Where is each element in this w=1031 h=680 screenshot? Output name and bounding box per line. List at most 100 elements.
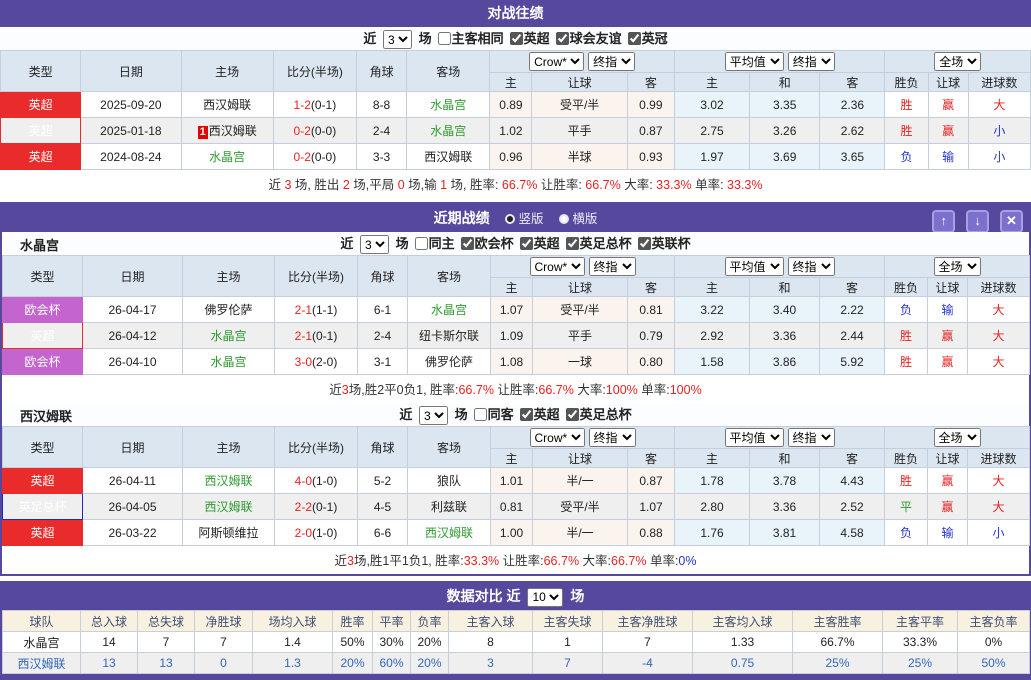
team0-header-corner: 角球 (357, 255, 408, 297)
compare-header-14: 主客负率 (957, 610, 1030, 632)
summary-segment: 0 (397, 178, 405, 192)
score-cell: 3-0(2-0) (274, 348, 358, 375)
avg-home: 1.76 (674, 519, 751, 546)
team1-header-score: 比分(半场) (274, 426, 358, 468)
league-badge: 英超 (2, 519, 83, 546)
summary-segment: 场,胜2平0负1, 胜率: (348, 383, 459, 397)
h2h-subheader-7: 让球 (927, 72, 969, 92)
team0-full-select[interactable]: 全场 (933, 257, 981, 276)
section-controls: ↑ ↓ ✕ (925, 206, 1023, 234)
move-down-button[interactable]: ↓ (966, 209, 990, 233)
score-cell: 0-2(0-0) (272, 143, 358, 170)
team0-final2-select[interactable]: 终指 (787, 257, 835, 276)
summary-segment: 33.3% (656, 178, 692, 192)
score-cell: 1-2(0-1) (272, 91, 358, 118)
team0-league-checkbox-0[interactable] (460, 237, 474, 250)
move-up-button[interactable]: ↑ (932, 209, 956, 233)
avg-draw: 3.69 (749, 143, 821, 170)
h2h-same-checkbox[interactable] (437, 32, 451, 45)
odds-source-header: 全场 (884, 255, 1031, 278)
result-handicap: 赢 (927, 117, 969, 144)
team1-same-checkbox[interactable] (473, 408, 487, 421)
avg-draw: 3.36 (749, 493, 821, 520)
compare-value-4: 50% (332, 631, 373, 653)
team0-league-checkbox-1[interactable] (519, 237, 533, 250)
h2h-header-score: 比分(半场) (272, 50, 358, 92)
team1-final2-select[interactable]: 终指 (787, 428, 835, 447)
summary-segment: 让胜率: (537, 178, 586, 192)
horizontal-layout-label[interactable]: 横版 (572, 212, 597, 226)
team-name: 利兹联 (430, 500, 467, 514)
odds-source-header: 平均值 终指 (673, 50, 886, 73)
match-date: 2025-09-20 (80, 91, 182, 118)
team0-final1-select[interactable]: 终指 (588, 257, 636, 276)
avg-draw: 3.78 (749, 467, 821, 494)
result-wdl: 负 (884, 296, 929, 323)
horizontal-layout-radio[interactable] (559, 214, 570, 224)
h2h-table-el: 类型 日期 主场 比分(半场) 角球 客场 Crow* 终指 平均值 终指 全场主让球客主和客胜负让… (0, 50, 1031, 170)
h2h-league-checkbox-2[interactable] (627, 32, 641, 45)
compare-value-10: 1.33 (692, 631, 793, 653)
h2h-league-checkbox-1[interactable] (555, 32, 569, 45)
h2h-crow-select[interactable]: Crow* (529, 52, 585, 71)
full-time-score: 0-2 (293, 149, 311, 164)
h2h-full-select[interactable]: 全场 (934, 52, 982, 71)
half-time-score: (0-0) (310, 149, 337, 164)
result-goals: 小 (967, 117, 1031, 144)
summary-segment: 100% (605, 383, 638, 397)
team1-league-checkbox-0[interactable] (519, 408, 533, 421)
h2h-count-select[interactable]: 3 (382, 30, 412, 50)
home-odds: 0.96 (489, 143, 533, 170)
league-badge: 欧会杯 (2, 348, 83, 375)
team0-crow-select[interactable]: Crow* (529, 257, 585, 276)
team1-count-select[interactable]: 3 (418, 406, 448, 426)
avg-draw: 3.35 (749, 91, 821, 118)
league-badge: 英超 (0, 117, 82, 144)
team0-avg-select[interactable]: 平均值 (724, 257, 784, 276)
match-row: 英超 2024-08-24 水晶宫 0-2(0-0) 3-3 西汉姆联 0.96 半球 0.93… (0, 143, 1031, 170)
vertical-layout-label[interactable]: 竖版 (518, 212, 543, 226)
match-row: 欧会杯 26-04-10 水晶宫 3-0(2-0) 3-1 佛罗伦萨 1.08 一球 0.80 1… (2, 348, 1031, 375)
league-badge: 英足总杯 (2, 493, 83, 520)
summary-segment: 33.3% (727, 178, 763, 192)
h2h-final1-select[interactable]: 终指 (588, 52, 636, 71)
home-team: 佛罗伦萨 (182, 296, 275, 323)
home-odds: 1.09 (490, 322, 533, 349)
team0-same-checkbox[interactable] (414, 237, 428, 250)
h2h-league-checkbox-0[interactable] (509, 32, 523, 45)
compare-header-6: 平率 (372, 610, 411, 632)
avg-home: 1.58 (674, 348, 751, 375)
h2h-avg-select[interactable]: 平均值 (724, 52, 784, 71)
compare-near-select[interactable]: 10 (527, 587, 564, 607)
summary-segment: 1 (440, 178, 448, 192)
match-date: 26-04-05 (82, 493, 183, 520)
team0-count-select[interactable]: 3 (359, 235, 389, 255)
compare-table: 球队 总入球 总失球 净胜球 场均入球 胜率 平率 负率 主客入球 主客失球 主客净胜球 主客均入球主… (2, 610, 1030, 674)
team1-final1-select[interactable]: 终指 (588, 428, 636, 447)
avg-away: 2.22 (819, 296, 886, 323)
corner-count: 6-1 (357, 296, 408, 323)
away-team: 利兹联 (407, 493, 491, 520)
team1-avg-select[interactable]: 平均值 (724, 428, 784, 447)
team1-crow-select[interactable]: Crow* (529, 428, 585, 447)
team0-league-checkbox-3[interactable] (637, 237, 651, 250)
result-goals: 大 (967, 467, 1031, 494)
home-team: 阿斯顿维拉 (182, 519, 275, 546)
compare-header-3: 净胜球 (194, 610, 253, 632)
compare-value-13: 0% (957, 631, 1030, 653)
result-handicap: 赢 (927, 467, 969, 494)
vertical-layout-radio[interactable] (505, 214, 516, 224)
h2h-subheader-2: 客 (626, 72, 675, 92)
team1-league-checkbox-1[interactable] (565, 408, 579, 421)
odds-source-header: 平均值 终指 (674, 255, 886, 278)
team0-league-checkbox-2[interactable] (565, 237, 579, 250)
compare-header-7: 负率 (410, 610, 449, 632)
team1-header-away: 客场 (407, 426, 491, 468)
team1-full-select[interactable]: 全场 (933, 428, 981, 447)
avg-draw: 3.26 (749, 117, 821, 144)
summary-segment: 单率: (637, 383, 670, 397)
close-button[interactable]: ✕ (1000, 209, 1023, 233)
h2h-final2-select[interactable]: 终指 (787, 52, 835, 71)
avg-draw: 3.36 (749, 322, 821, 349)
team0-league-label-1: 英超 (533, 236, 560, 251)
